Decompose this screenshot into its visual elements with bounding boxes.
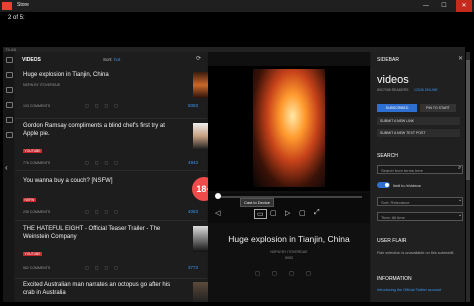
- post-comments[interactable]: 562 COMMENTS: [23, 266, 50, 270]
- search-header: SEARCH: [377, 153, 398, 159]
- video-actions[interactable]: ◻◻◻◻: [208, 270, 370, 277]
- search-icon[interactable]: [6, 117, 13, 123]
- nav-rail: [3, 52, 14, 302]
- settings-icon[interactable]: [6, 132, 13, 138]
- vote-count[interactable]: 5083: [188, 103, 198, 108]
- list-item[interactable]: Excited Australian man narrates an octop…: [15, 278, 217, 302]
- list-item[interactable]: You wanna buy a couch? [NSFW] NSFW 235 C…: [15, 170, 216, 221]
- post-actions[interactable]: ◻◻◻◻: [85, 209, 124, 215]
- seek-handle[interactable]: [215, 193, 221, 199]
- seek-bar[interactable]: [216, 196, 362, 198]
- maximize-button[interactable]: ☐: [436, 0, 452, 12]
- video-frame: [253, 69, 325, 187]
- sidebar-header: SIDEBAR: [377, 57, 399, 63]
- post-actions[interactable]: ◻◻◻◻: [85, 103, 124, 109]
- chevron-down-icon: ⌄: [458, 197, 463, 203]
- sort-select[interactable]: Sort: Relevance: [377, 197, 463, 206]
- expand-icon[interactable]: ⤢: [314, 209, 320, 217]
- limit-label: limit to /r/videos: [393, 183, 421, 188]
- post-title: Gordon Ramsay compliments a blind chef's…: [23, 123, 165, 137]
- subreddit-readers: 8927098 READERS: [377, 88, 409, 92]
- vote-count[interactable]: 3773: [188, 265, 198, 270]
- title-bar: [0, 0, 474, 12]
- vote-count[interactable]: 4943: [188, 160, 198, 165]
- volume-icon[interactable]: ◁: [215, 209, 220, 217]
- slide-counter: 2 of 5:: [8, 15, 25, 21]
- sort-dropdown[interactable]: hot: [114, 57, 120, 62]
- user-flair-text: Flair selection is unavailable on this s…: [377, 251, 455, 255]
- store-icon: [2, 2, 12, 10]
- play-icon[interactable]: ▷: [285, 209, 290, 217]
- home-icon[interactable]: [6, 72, 13, 78]
- post-tag: NSFW: [23, 198, 36, 202]
- post-title: You wanna buy a couch? [NSFW]: [23, 178, 113, 184]
- post-title: Huge explosion in Tianjin, China: [23, 72, 109, 78]
- post-comments[interactable]: 235 COMMENTS: [23, 210, 50, 214]
- time-select[interactable]: Time: All time: [377, 212, 463, 221]
- information-link[interactable]: Introducing the Official Twitter account: [377, 288, 461, 292]
- close-sidebar-icon[interactable]: ✕: [458, 55, 463, 62]
- chevron-down-icon: ⌄: [458, 212, 463, 218]
- vote-count[interactable]: 4083: [188, 209, 198, 214]
- list-header: VIDEOS: [22, 57, 41, 63]
- video-title: Huge explosion in Tianjin, China: [228, 234, 350, 244]
- list-item[interactable]: THE HATEFUL EIGHT - Official Teaser Trai…: [15, 220, 217, 279]
- submit-link-button[interactable]: SUBMIT A NEW LINK: [377, 117, 460, 125]
- subscribed-button[interactable]: SUBSCRIBED: [377, 104, 417, 112]
- post-meta: NSFW BY ITOVERDUE: [23, 83, 61, 87]
- post-title: Excited Australian man narrates an octop…: [23, 282, 171, 296]
- post-tag: YOUTUBE: [23, 149, 42, 153]
- refresh-icon[interactable]: ⟳: [196, 55, 201, 62]
- fullscreen-icon[interactable]: ▢: [299, 209, 306, 217]
- post-comments[interactable]: 103 COMMENTS: [23, 104, 50, 108]
- subreddit-online: 12345 ONLINE: [414, 88, 438, 92]
- submit-text-button[interactable]: SUBMIT A NEW TEXT POST: [377, 129, 460, 137]
- close-button[interactable]: ✕: [456, 0, 472, 12]
- post-actions[interactable]: ◻◻◻◻: [85, 265, 124, 271]
- video-meta: NSFW BY ITOVERDUE: [270, 250, 308, 254]
- subreddit-name: videos: [377, 74, 409, 86]
- scrollbar-thumb[interactable]: [466, 60, 470, 180]
- search-input[interactable]: Search from terms here: [377, 165, 463, 174]
- cast-icon[interactable]: ▭: [254, 209, 267, 219]
- inbox-icon[interactable]: [6, 87, 13, 93]
- chevron-left-icon[interactable]: ‹: [5, 163, 8, 172]
- post-comments[interactable]: 776 COMMENTS: [23, 161, 50, 165]
- list-item[interactable]: Gordon Ramsay compliments a blind chef's…: [15, 118, 217, 171]
- minimize-button[interactable]: —: [418, 0, 434, 12]
- cast-tooltip: Cast to Device: [240, 198, 275, 207]
- window-title: Store: [17, 2, 29, 8]
- pin-to-start-button[interactable]: PIN TO START: [420, 104, 456, 112]
- limit-toggle-knob: [385, 183, 389, 187]
- list-item[interactable]: Huge explosion in Tianjin, China NSFW BY…: [15, 66, 217, 119]
- post-tag: YOUTUBE: [23, 252, 42, 256]
- video-votes: 5083: [285, 256, 293, 260]
- search-icon[interactable]: ⌕: [458, 165, 461, 172]
- profile-icon[interactable]: [6, 102, 13, 108]
- user-flair-header: USER FLAIR: [377, 238, 407, 244]
- post-title: THE HATEFUL EIGHT - Official Teaser Trai…: [23, 226, 161, 240]
- aspect-icon[interactable]: ▢: [270, 209, 277, 217]
- sort-label: Sort:: [103, 57, 113, 62]
- post-actions[interactable]: ◻◻◻◻: [85, 160, 124, 166]
- menu-icon[interactable]: [6, 57, 13, 63]
- information-header: INFORMATION: [377, 276, 412, 282]
